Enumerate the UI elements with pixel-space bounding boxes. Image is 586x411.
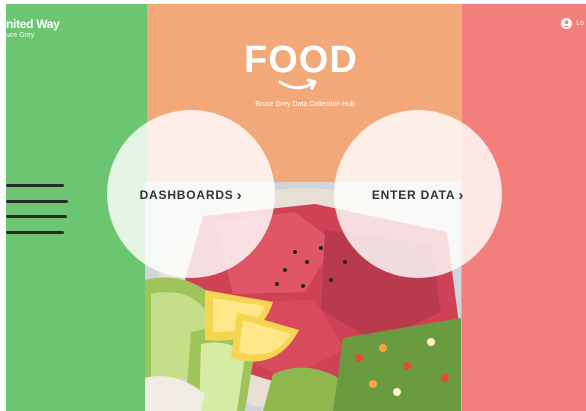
food-logo-text: FOOD bbox=[244, 39, 358, 81]
fork-tine bbox=[6, 184, 64, 187]
brand-subtitle: uce Grey bbox=[6, 32, 35, 39]
enter-data-label: ENTER DATA bbox=[372, 186, 464, 203]
hub-subtitle: Bruce Grey Data Collection Hub bbox=[255, 101, 355, 108]
landing-page: nited Way uce Grey Lo FOOD Bruce Grey Da… bbox=[0, 0, 586, 411]
fork-tine bbox=[6, 215, 67, 218]
enter-data-button[interactable]: ENTER DATA bbox=[334, 110, 502, 278]
dashboards-label: DASHBOARDS bbox=[140, 186, 243, 203]
brand-name: nited Way bbox=[6, 17, 60, 31]
dashboards-button[interactable]: DASHBOARDS bbox=[107, 110, 275, 278]
brand-logo[interactable]: nited Way uce Grey bbox=[6, 17, 60, 39]
fork-tine bbox=[6, 231, 64, 234]
fork-image bbox=[6, 176, 68, 240]
food-logo: FOOD bbox=[244, 38, 364, 96]
login-button[interactable]: Lo bbox=[561, 18, 584, 29]
smile-arrow-icon bbox=[278, 78, 317, 90]
user-icon bbox=[561, 18, 573, 29]
login-label: Lo bbox=[576, 20, 584, 27]
fork-tine bbox=[6, 200, 68, 203]
